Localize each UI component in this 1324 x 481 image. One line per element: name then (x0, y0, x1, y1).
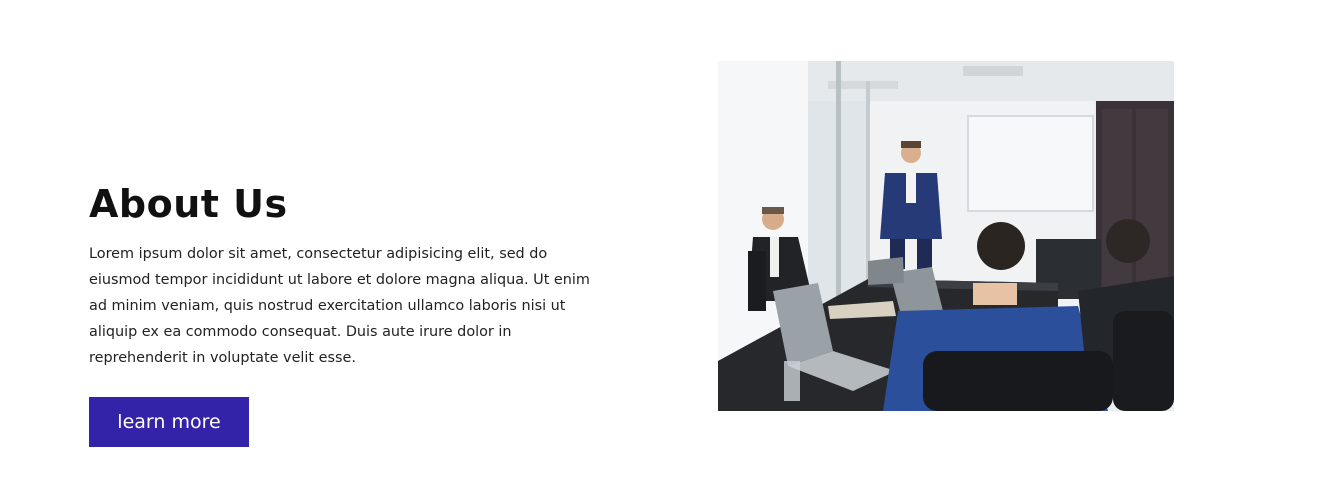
meeting-photo (718, 61, 1174, 411)
about-description: Lorem ipsum dolor sit amet, consectetur … (89, 246, 590, 366)
about-text-block: About Us Lorem ipsum dolor sit amet, con… (89, 176, 609, 371)
about-title: About Us (89, 182, 288, 226)
learn-more-button[interactable]: learn more (89, 397, 249, 447)
